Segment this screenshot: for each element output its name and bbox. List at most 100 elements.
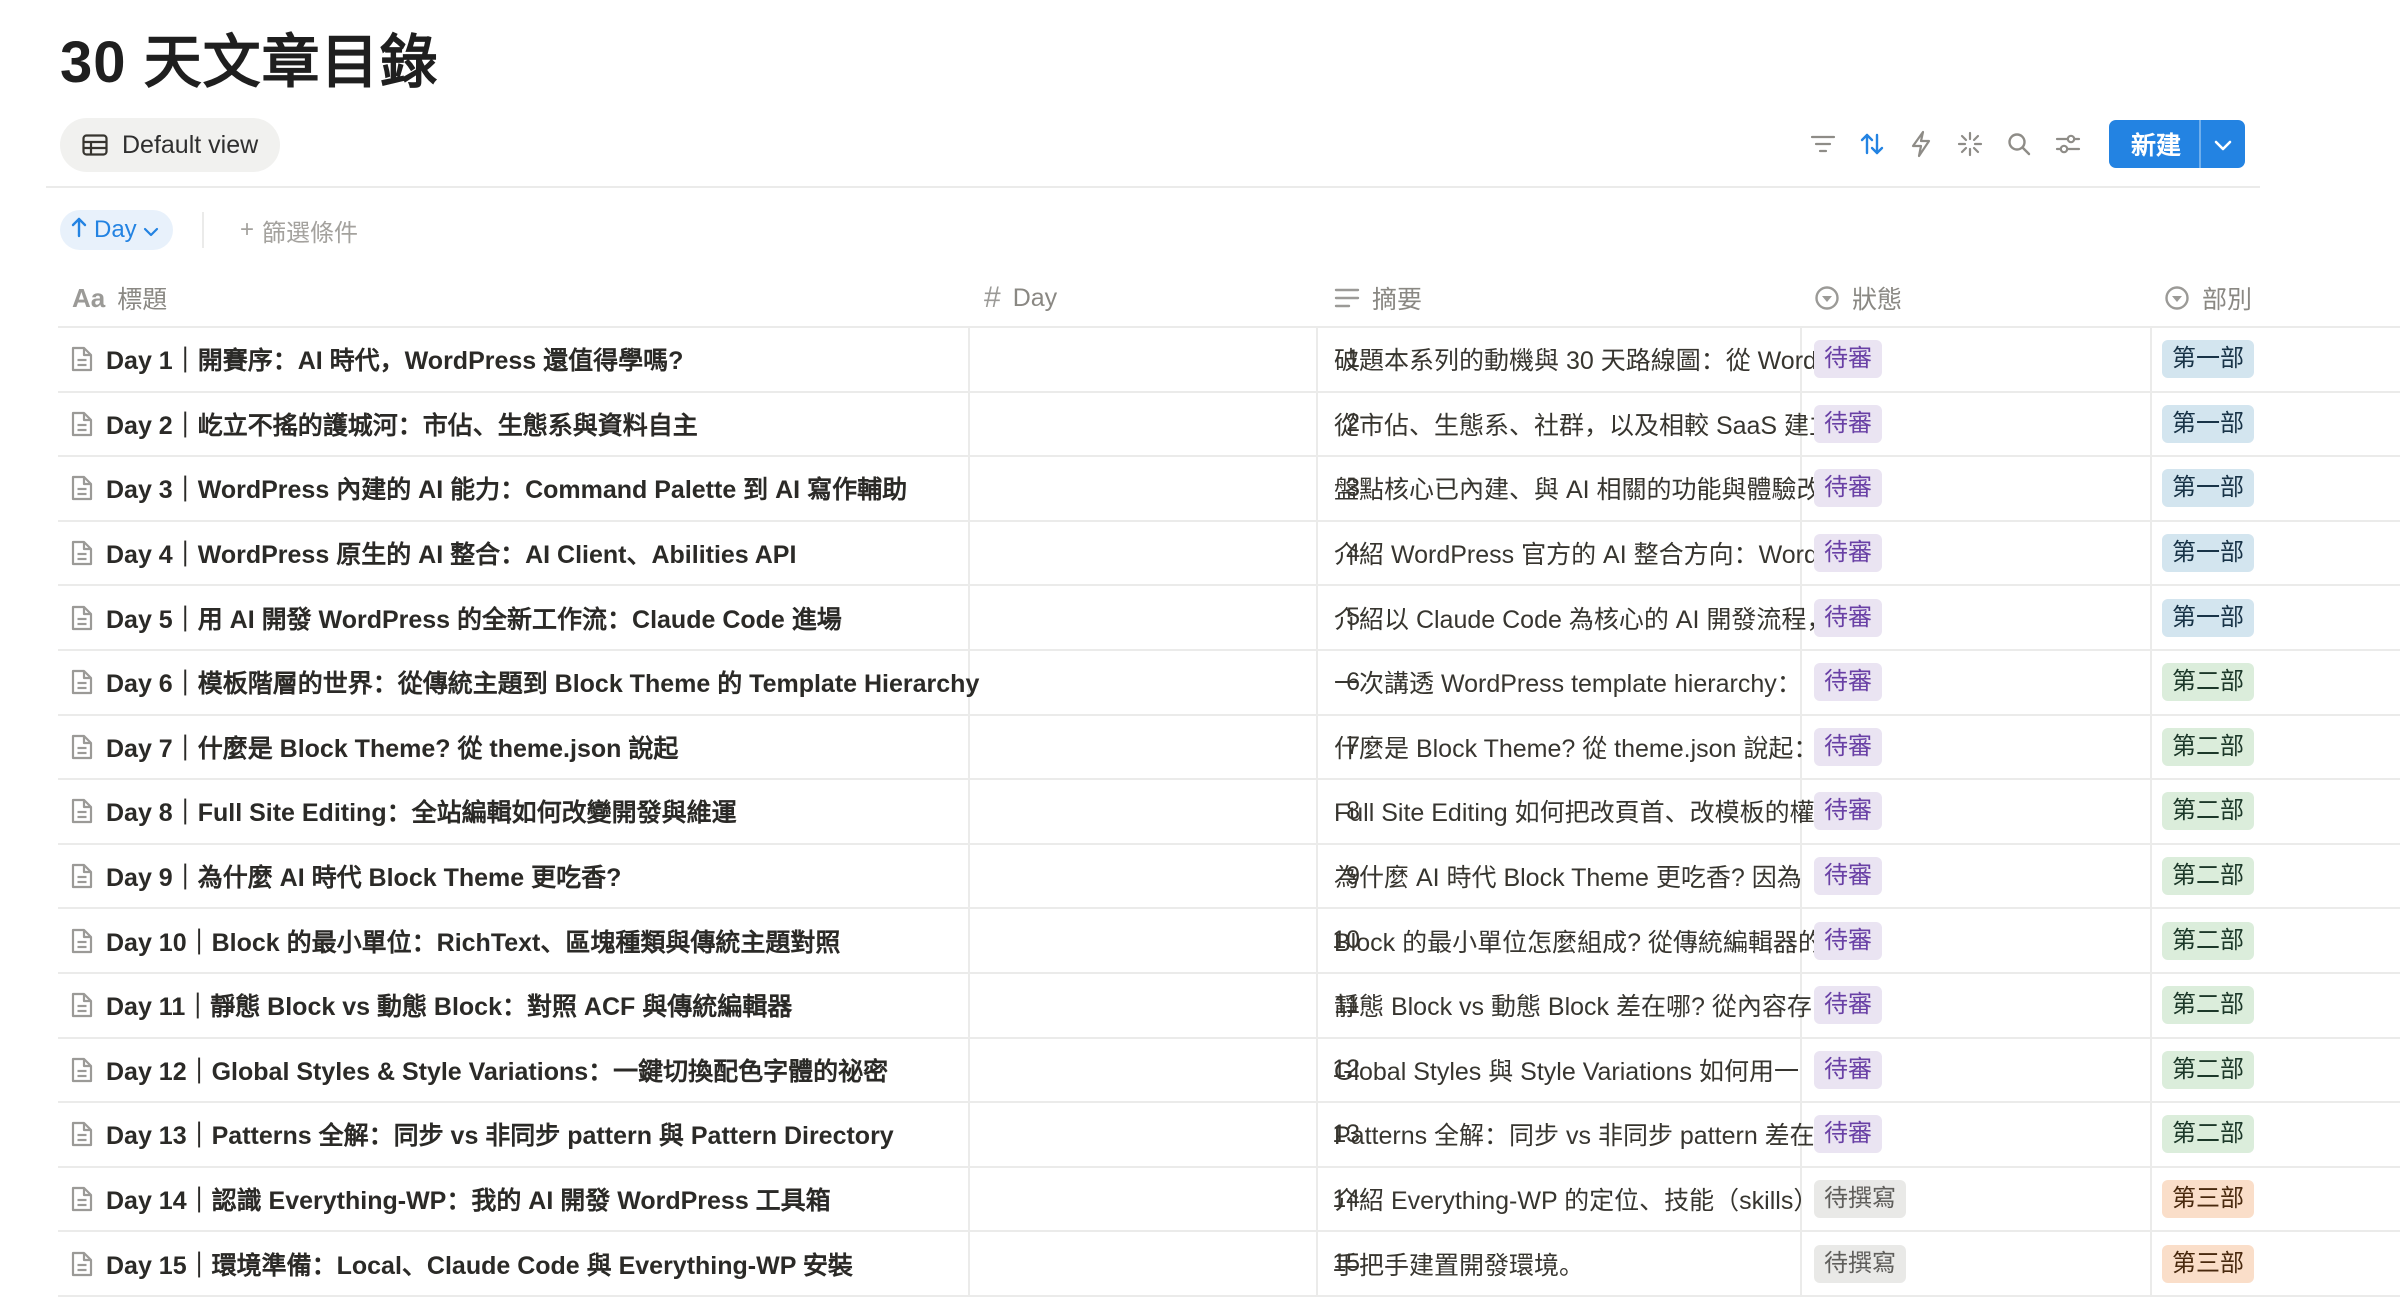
row-summary-cell[interactable]: 盤點核心已內建、與 AI 相關的功能與體驗改 [1334,457,1858,520]
row-part-cell[interactable]: 第二部 [2162,780,2400,843]
table-row[interactable]: Day 5｜用 AI 開發 WordPress 的全新工作流：Claude Co… [58,586,2400,651]
column-header-title[interactable]: Aa 標題 [72,270,167,326]
search-icon[interactable] [1995,120,2044,168]
table-row[interactable]: Day 1｜開賽序：AI 時代，WordPress 還值得學嗎? 1 破題本系列的動… [58,328,2400,393]
row-part-cell[interactable]: 第二部 [2162,909,2400,972]
row-part-cell[interactable]: 第二部 [2162,1103,2400,1166]
new-dropdown-button[interactable] [2199,120,2245,168]
settings-icon[interactable] [2044,120,2093,168]
table-row[interactable]: Day 2｜屹立不搖的護城河：市佔、生態系與資料自主 2 從市佔、生態系、社群，以及… [58,392,2400,458]
row-status-cell[interactable]: 待審 [1814,974,2144,1037]
table-row[interactable]: Day 4｜WordPress 原生的 AI 整合：AI Client、Abil… [58,521,2400,587]
row-day-cell[interactable]: 15 [980,1232,1360,1295]
row-part-cell[interactable]: 第二部 [2162,845,2400,908]
table-row[interactable]: Day 13｜Patterns 全解：同步 vs 非同步 pattern 與 P… [58,1103,2400,1168]
row-summary-cell[interactable]: 靜態 Block vs 動態 Block 差在哪? 從內容存 [1334,974,1858,1037]
row-part-cell[interactable]: 第二部 [2162,1039,2400,1102]
sort-chip-day[interactable]: Day [60,210,173,250]
table-row[interactable]: Day 6｜模板階層的世界：從傳統主題到 Block Theme 的 Templ… [58,650,2400,716]
row-status-cell[interactable]: 待審 [1814,845,2144,908]
table-row[interactable]: Day 15｜環境準備：Local、Claude Code 與 Everythi… [58,1232,2400,1297]
tab-default-view[interactable]: Default view [60,118,281,172]
row-status-cell[interactable]: 待審 [1814,1103,2144,1166]
sparkle-icon[interactable] [1946,120,1995,168]
row-summary-cell[interactable]: Global Styles 與 Style Variations 如何用一 [1334,1039,1858,1102]
row-summary-cell[interactable]: Block 的最小單位怎麼組成? 從傳統編輯器的 [1334,909,1858,972]
row-summary-cell[interactable]: 一次講透 WordPress template hierarchy： [1334,651,1858,714]
row-status-cell[interactable]: 待審 [1814,457,2144,520]
row-part-cell[interactable]: 第一部 [2162,393,2400,456]
new-button[interactable]: 新建 [2109,120,2199,168]
column-header-summary[interactable]: 摘要 [1334,270,1422,326]
row-summary-cell[interactable]: 介紹 Everything-WP 的定位、技能（skills） [1334,1168,1858,1231]
row-part-cell[interactable]: 第三部 [2162,1168,2400,1231]
table-row[interactable]: Day 12｜Global Styles & Style Variations：… [58,1038,2400,1104]
row-status-cell[interactable]: 待審 [1814,780,2144,843]
row-title-cell[interactable]: Day 6｜模板階層的世界：從傳統主題到 Block Theme 的 Templ… [70,651,1022,714]
row-title-cell[interactable]: Day 2｜屹立不搖的護城河：市佔、生態系與資料自主 [70,393,1022,456]
row-summary-cell[interactable]: 從市佔、生態系、社群，以及相較 SaaS 建立 [1334,393,1858,456]
row-summary-cell[interactable]: 介紹以 Claude Code 為核心的 AI 開發流程， [1334,586,1858,649]
row-title-cell[interactable]: Day 12｜Global Styles & Style Variations：… [70,1039,1022,1102]
row-day-cell[interactable]: 11 [980,974,1360,1037]
row-day-cell[interactable]: 7 [980,716,1360,779]
row-title-cell[interactable]: Day 8｜Full Site Editing：全站編輯如何改變開發與維運 [70,780,1022,843]
row-status-cell[interactable]: 待撰寫 [1814,1168,2144,1231]
row-summary-cell[interactable]: 為什麼 AI 時代 Block Theme 更吃香? 因為 [1334,845,1858,908]
row-status-cell[interactable]: 待撰寫 [1814,1232,2144,1295]
row-title-cell[interactable]: Day 9｜為什麼 AI 時代 Block Theme 更吃香? [70,845,1022,908]
row-day-cell[interactable]: 4 [980,522,1360,585]
row-day-cell[interactable]: 6 [980,651,1360,714]
row-day-cell[interactable]: 9 [980,845,1360,908]
column-header-day[interactable]: # Day [984,270,1057,326]
table-row[interactable]: Day 3｜WordPress 內建的 AI 能力：Command Palett… [58,457,2400,522]
row-day-cell[interactable]: 8 [980,780,1360,843]
table-row[interactable]: Day 9｜為什麼 AI 時代 Block Theme 更吃香? 9 為什麼 AI … [58,844,2400,910]
row-day-cell[interactable]: 13 [980,1103,1360,1166]
row-status-cell[interactable]: 待審 [1814,522,2144,585]
row-title-cell[interactable]: Day 15｜環境準備：Local、Claude Code 與 Everythi… [70,1232,1022,1295]
row-status-cell[interactable]: 待審 [1814,1039,2144,1102]
row-title-cell[interactable]: Day 14｜認識 Everything-WP：我的 AI 開發 WordPre… [70,1168,1022,1231]
row-summary-cell[interactable]: 破題本系列的動機與 30 天路線圖：從 Word [1334,328,1858,391]
column-header-status[interactable]: 狀態 [1814,270,1902,326]
row-day-cell[interactable]: 10 [980,909,1360,972]
table-row[interactable]: Day 14｜認識 Everything-WP：我的 AI 開發 WordPre… [58,1167,2400,1233]
row-part-cell[interactable]: 第一部 [2162,457,2400,520]
row-title-cell[interactable]: Day 5｜用 AI 開發 WordPress 的全新工作流：Claude Co… [70,586,1022,649]
row-day-cell[interactable]: 3 [980,457,1360,520]
filter-icon[interactable] [1799,120,1848,168]
row-title-cell[interactable]: Day 3｜WordPress 內建的 AI 能力：Command Palett… [70,457,1022,520]
sort-icon[interactable] [1848,120,1897,168]
row-day-cell[interactable]: 12 [980,1039,1360,1102]
row-title-cell[interactable]: Day 4｜WordPress 原生的 AI 整合：AI Client、Abil… [70,522,1022,585]
row-day-cell[interactable]: 2 [980,393,1360,456]
row-summary-cell[interactable]: 什麼是 Block Theme? 從 theme.json 說起： [1334,716,1858,779]
row-part-cell[interactable]: 第三部 [2162,1232,2400,1295]
row-part-cell[interactable]: 第一部 [2162,586,2400,649]
row-part-cell[interactable]: 第一部 [2162,328,2400,391]
row-summary-cell[interactable]: Full Site Editing 如何把改頁首、改模板的權 [1334,780,1858,843]
row-title-cell[interactable]: Day 13｜Patterns 全解：同步 vs 非同步 pattern 與 P… [70,1103,1022,1166]
row-day-cell[interactable]: 5 [980,586,1360,649]
row-status-cell[interactable]: 待審 [1814,586,2144,649]
row-status-cell[interactable]: 待審 [1814,393,2144,456]
row-part-cell[interactable]: 第二部 [2162,651,2400,714]
row-part-cell[interactable]: 第二部 [2162,974,2400,1037]
add-filter-button[interactable]: + 篩選條件 [240,210,358,250]
row-title-cell[interactable]: Day 11｜靜態 Block vs 動態 Block：對照 ACF 與傳統編輯… [70,974,1022,1037]
table-row[interactable]: Day 8｜Full Site Editing：全站編輯如何改變開發與維運 8 Fu… [58,780,2400,845]
row-title-cell[interactable]: Day 7｜什麼是 Block Theme? 從 theme.json 說起 [70,716,1022,779]
row-summary-cell[interactable]: Patterns 全解：同步 vs 非同步 pattern 差在 [1334,1103,1858,1166]
table-row[interactable]: Day 11｜靜態 Block vs 動態 Block：對照 ACF 與傳統編輯… [58,973,2400,1039]
row-status-cell[interactable]: 待審 [1814,651,2144,714]
row-day-cell[interactable]: 1 [980,328,1360,391]
row-status-cell[interactable]: 待審 [1814,716,2144,779]
row-title-cell[interactable]: Day 1｜開賽序：AI 時代，WordPress 還值得學嗎? [70,328,1022,391]
column-header-part[interactable]: 部別 [2164,270,2252,326]
lightning-icon[interactable] [1897,120,1946,168]
row-part-cell[interactable]: 第一部 [2162,522,2400,585]
table-row[interactable]: Day 7｜什麼是 Block Theme? 從 theme.json 說起 7 什… [58,715,2400,781]
row-summary-cell[interactable]: 手把手建置開發環境。 [1334,1232,1858,1295]
row-part-cell[interactable]: 第二部 [2162,716,2400,779]
